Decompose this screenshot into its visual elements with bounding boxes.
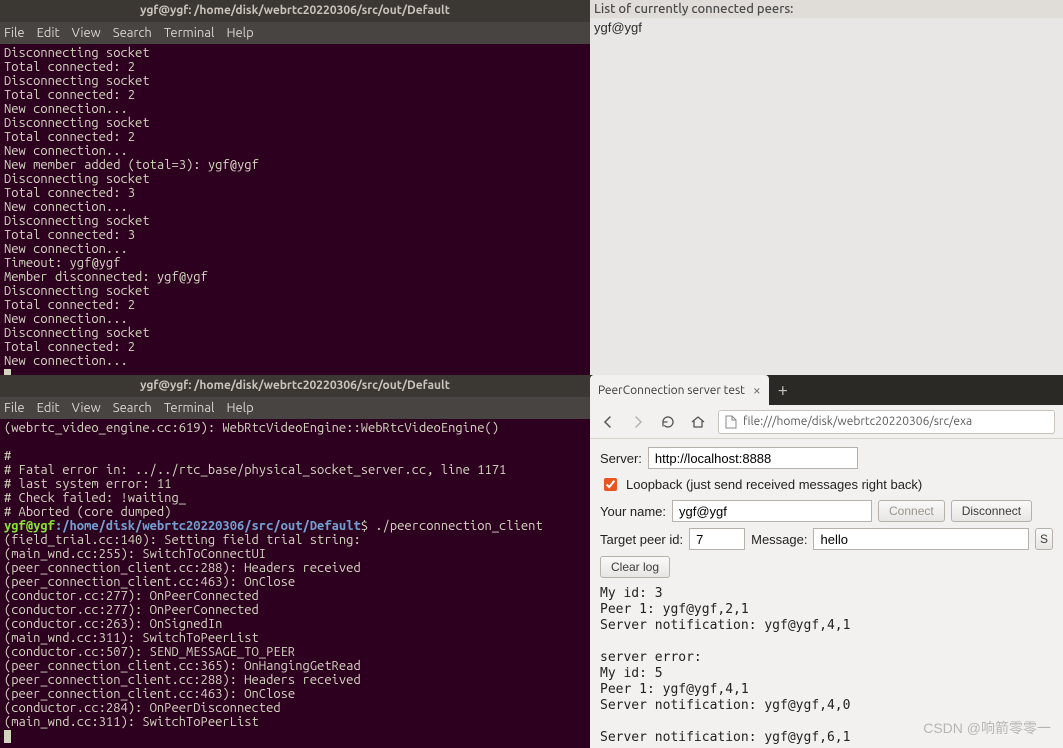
browser-tabbar: PeerConnection server test × + <box>590 375 1063 405</box>
forward-button[interactable] <box>628 412 648 432</box>
send-button[interactable]: S <box>1035 528 1053 550</box>
terminal-title: ygf@ygf: /home/disk/webrtc20220306/src/o… <box>0 0 590 22</box>
peer-list-window: List of currently connected peers: ygf@y… <box>590 0 1063 375</box>
menu-search[interactable]: Search <box>113 397 152 419</box>
arrow-right-icon <box>630 414 646 430</box>
target-label: Target peer id: <box>600 532 683 547</box>
menu-edit[interactable]: Edit <box>37 397 60 419</box>
terminal-title: ygf@ygf: /home/disk/webrtc20220306/src/o… <box>0 375 590 397</box>
menu-edit[interactable]: Edit <box>37 22 60 44</box>
name-input[interactable] <box>672 500 872 522</box>
close-icon[interactable]: × <box>753 384 761 396</box>
menu-file[interactable]: File <box>4 397 25 419</box>
menu-file[interactable]: File <box>4 22 25 44</box>
terminal-output[interactable]: (webrtc_video_engine.cc:619): WebRtcVide… <box>0 419 590 748</box>
terminal-menubar: File Edit View Search Terminal Help <box>0 397 590 419</box>
menu-terminal[interactable]: Terminal <box>164 397 215 419</box>
peer-list-item[interactable]: ygf@ygf <box>594 20 1059 35</box>
url-field[interactable]: file:///home/disk/webrtc20220306/src/exa <box>718 410 1055 434</box>
menu-terminal[interactable]: Terminal <box>164 22 215 44</box>
browser-toolbar: file:///home/disk/webrtc20220306/src/exa <box>590 405 1063 439</box>
disconnect-button[interactable]: Disconnect <box>951 500 1032 522</box>
log-output: My id: 3 Peer 1: ygf@ygf,2,1 Server noti… <box>600 586 1053 748</box>
url-text: file:///home/disk/webrtc20220306/src/exa <box>743 415 972 428</box>
terminal-window-top: ygf@ygf: /home/disk/webrtc20220306/src/o… <box>0 0 590 375</box>
file-icon <box>725 415 737 429</box>
terminal-menubar: File Edit View Search Terminal Help <box>0 22 590 44</box>
server-label: Server: <box>600 451 642 466</box>
connect-button[interactable]: Connect <box>878 500 945 522</box>
message-input[interactable] <box>813 528 1029 550</box>
back-button[interactable] <box>598 412 618 432</box>
reload-icon <box>660 414 676 430</box>
home-icon <box>690 414 706 430</box>
loopback-checkbox[interactable] <box>604 478 617 491</box>
newtab-button[interactable]: + <box>769 375 797 405</box>
reload-button[interactable] <box>658 412 678 432</box>
browser-window: PeerConnection server test × + file:/ <box>590 375 1063 748</box>
browser-tab[interactable]: PeerConnection server test × <box>590 375 769 405</box>
loopback-label: Loopback (just send received messages ri… <box>626 477 922 492</box>
tab-title: PeerConnection server test <box>598 384 745 397</box>
menu-view[interactable]: View <box>72 397 101 419</box>
terminal-window-bottom: ygf@ygf: /home/disk/webrtc20220306/src/o… <box>0 375 590 748</box>
page-body: Server: Loopback (just send received mes… <box>590 439 1063 748</box>
target-input[interactable] <box>689 528 745 550</box>
server-input[interactable] <box>648 447 858 469</box>
menu-search[interactable]: Search <box>113 22 152 44</box>
clearlog-button[interactable]: Clear log <box>600 556 670 578</box>
name-label: Your name: <box>600 504 666 519</box>
menu-help[interactable]: Help <box>226 22 253 44</box>
menu-help[interactable]: Help <box>226 397 253 419</box>
plus-icon: + <box>778 380 788 400</box>
arrow-left-icon <box>600 414 616 430</box>
message-label: Message: <box>751 532 807 547</box>
menu-view[interactable]: View <box>72 22 101 44</box>
peer-list-content: ygf@ygf <box>590 18 1063 37</box>
terminal-output[interactable]: Disconnecting socketTotal connected: 2Di… <box>0 44 590 375</box>
home-button[interactable] <box>688 412 708 432</box>
peer-list-header: List of currently connected peers: <box>590 0 1063 18</box>
